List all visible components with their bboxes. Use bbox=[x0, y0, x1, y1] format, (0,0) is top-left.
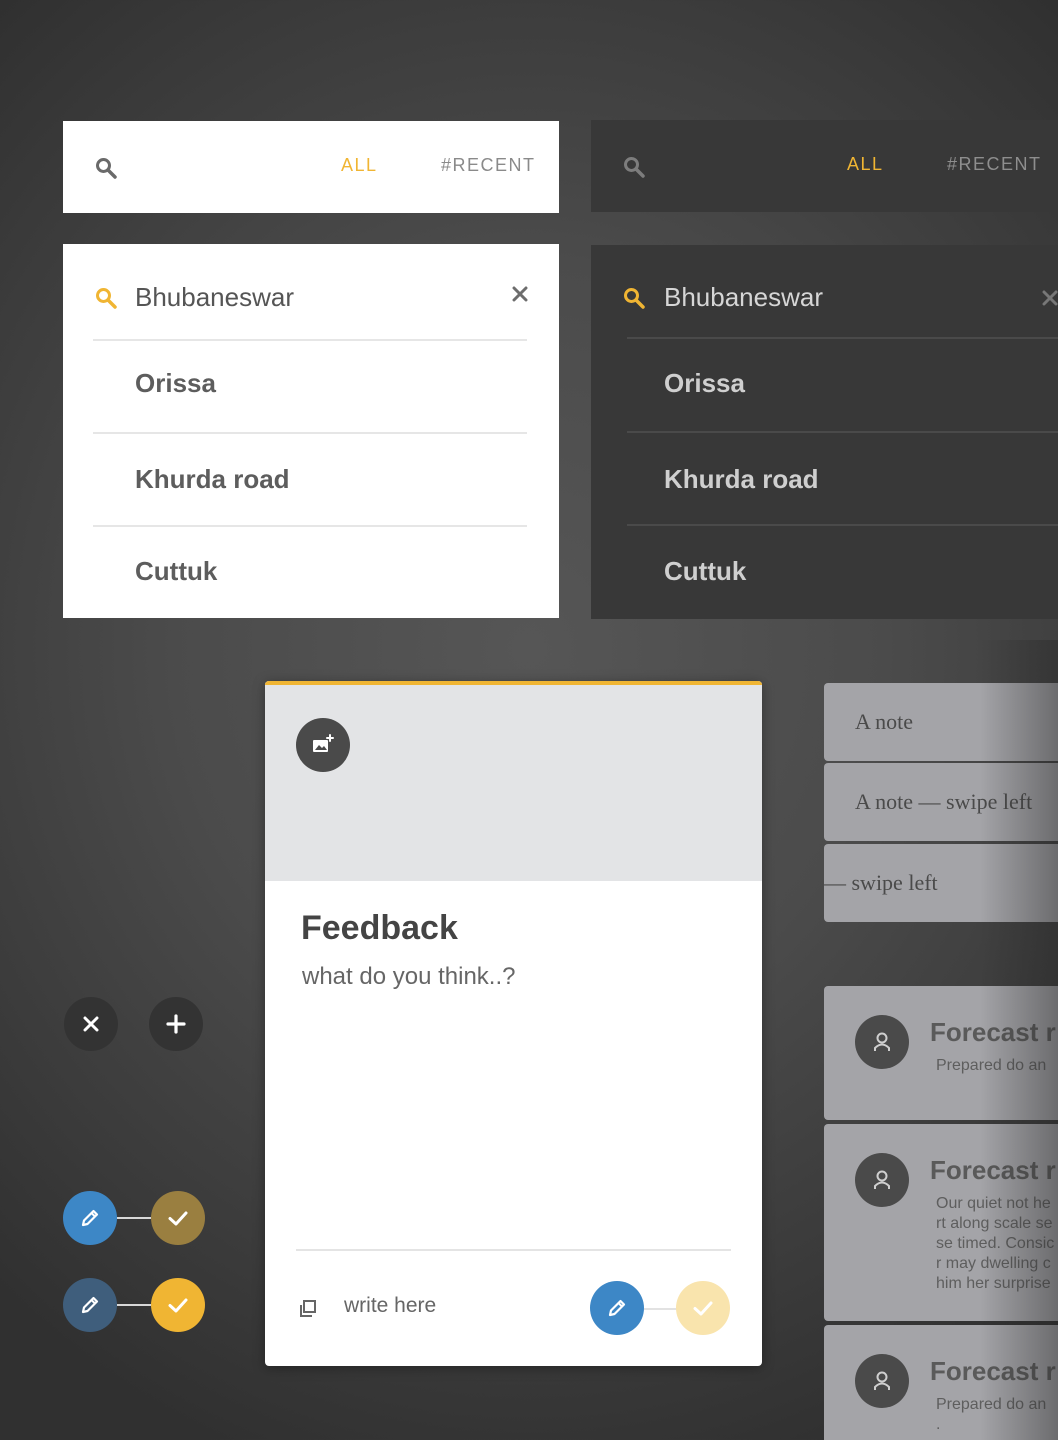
divider bbox=[627, 524, 1058, 526]
autocomplete-panel-dark: Bhubaneswar Orissa Khurda road Cuttuk bbox=[591, 245, 1058, 619]
avatar bbox=[855, 1015, 909, 1069]
confirm-button[interactable] bbox=[151, 1191, 205, 1245]
confirm-button[interactable] bbox=[151, 1278, 205, 1332]
feedback-card: Feedback what do you think..? write here bbox=[265, 681, 762, 1366]
edit-button[interactable] bbox=[590, 1281, 644, 1335]
forecast-card[interactable]: Forecast r Prepared do an bbox=[824, 986, 1058, 1120]
note-item[interactable]: A note bbox=[824, 683, 1058, 761]
body-line: him her surprise bbox=[936, 1275, 1051, 1292]
pencil-icon bbox=[605, 1296, 629, 1320]
list-item[interactable]: Cuttuk bbox=[664, 556, 746, 587]
search-icon bbox=[95, 287, 117, 309]
close-icon bbox=[83, 1016, 99, 1032]
add-button[interactable] bbox=[149, 997, 203, 1051]
note-text: — swipe left bbox=[824, 870, 938, 895]
body-line: r may dwelling c bbox=[936, 1255, 1051, 1272]
copy-icon[interactable] bbox=[297, 1298, 319, 1320]
divider bbox=[93, 525, 527, 527]
divider bbox=[93, 339, 527, 341]
edit-button[interactable] bbox=[63, 1191, 117, 1245]
note-item[interactable]: — swipe left bbox=[824, 844, 1058, 922]
write-input[interactable]: write here bbox=[344, 1294, 436, 1318]
confirm-button[interactable] bbox=[676, 1281, 730, 1335]
body-line: Prepared do an bbox=[936, 1057, 1047, 1074]
plus-icon bbox=[166, 1014, 186, 1034]
divider bbox=[93, 432, 527, 434]
tab-all[interactable]: ALL bbox=[341, 155, 378, 176]
close-icon[interactable] bbox=[512, 286, 528, 307]
divider bbox=[627, 431, 1058, 433]
search-input[interactable]: Bhubaneswar bbox=[664, 282, 823, 313]
card-image-area bbox=[265, 681, 762, 881]
forecast-body: Prepared do an bbox=[936, 1056, 1046, 1076]
forecast-title: Forecast r bbox=[930, 1155, 1056, 1185]
card-title: Feedback bbox=[301, 909, 458, 947]
check-icon bbox=[691, 1296, 715, 1320]
add-image-button[interactable] bbox=[296, 718, 350, 772]
body-line: . bbox=[936, 1416, 941, 1433]
close-icon[interactable] bbox=[1042, 290, 1058, 311]
body-line: Our quiet not he bbox=[936, 1195, 1051, 1212]
avatar bbox=[855, 1153, 909, 1207]
search-bar-dark: ALL #RECENT bbox=[591, 120, 1058, 212]
tab-all[interactable]: ALL bbox=[847, 154, 884, 175]
list-item[interactable]: Cuttuk bbox=[135, 556, 217, 587]
close-button[interactable] bbox=[64, 997, 118, 1051]
forecast-card[interactable]: Forecast r Our quiet not he rt along sca… bbox=[824, 1124, 1058, 1321]
tab-recent[interactable]: #RECENT bbox=[947, 154, 1042, 175]
forecast-body: Our quiet not he rt along scale se se ti… bbox=[936, 1194, 1054, 1294]
card-subtitle: what do you think..? bbox=[302, 963, 516, 990]
body-line: se timed. Consic bbox=[936, 1235, 1055, 1252]
forecast-card[interactable]: Forecast r Prepared do an . bbox=[824, 1325, 1058, 1440]
forecast-body: Prepared do an . bbox=[936, 1395, 1046, 1435]
check-icon bbox=[166, 1206, 190, 1230]
pencil-icon bbox=[78, 1206, 102, 1230]
check-icon bbox=[166, 1293, 190, 1317]
search-bar-light: ALL #RECENT bbox=[63, 121, 559, 213]
tab-recent[interactable]: #RECENT bbox=[441, 155, 536, 176]
avatar bbox=[855, 1354, 909, 1408]
forecast-title: Forecast r bbox=[930, 1017, 1056, 1047]
user-icon bbox=[872, 1031, 892, 1053]
search-icon[interactable] bbox=[623, 156, 645, 178]
note-item[interactable]: A note — swipe left bbox=[824, 763, 1058, 841]
body-line: rt along scale se bbox=[936, 1215, 1053, 1232]
list-item[interactable]: Khurda road bbox=[135, 464, 290, 495]
list-item[interactable]: Orissa bbox=[135, 368, 216, 399]
search-input[interactable]: Bhubaneswar bbox=[135, 282, 294, 313]
forecast-title: Forecast r bbox=[930, 1356, 1056, 1386]
edit-button[interactable] bbox=[63, 1278, 117, 1332]
note-text: A note — swipe left bbox=[855, 789, 1033, 814]
body-line: Prepared do an bbox=[936, 1396, 1047, 1413]
note-text: A note bbox=[855, 709, 914, 734]
divider bbox=[296, 1249, 731, 1251]
pencil-icon bbox=[78, 1293, 102, 1317]
add-photo-icon bbox=[310, 732, 336, 758]
user-icon bbox=[872, 1370, 892, 1392]
autocomplete-panel-light: Bhubaneswar Orissa Khurda road Cuttuk bbox=[63, 244, 559, 618]
connector-line bbox=[117, 1304, 151, 1306]
search-icon bbox=[623, 287, 645, 309]
divider bbox=[627, 337, 1058, 339]
list-item[interactable]: Orissa bbox=[664, 368, 745, 399]
search-icon[interactable] bbox=[95, 157, 117, 179]
user-icon bbox=[872, 1169, 892, 1191]
list-item[interactable]: Khurda road bbox=[664, 464, 819, 495]
connector-line bbox=[117, 1217, 151, 1219]
connector-line bbox=[643, 1308, 679, 1310]
